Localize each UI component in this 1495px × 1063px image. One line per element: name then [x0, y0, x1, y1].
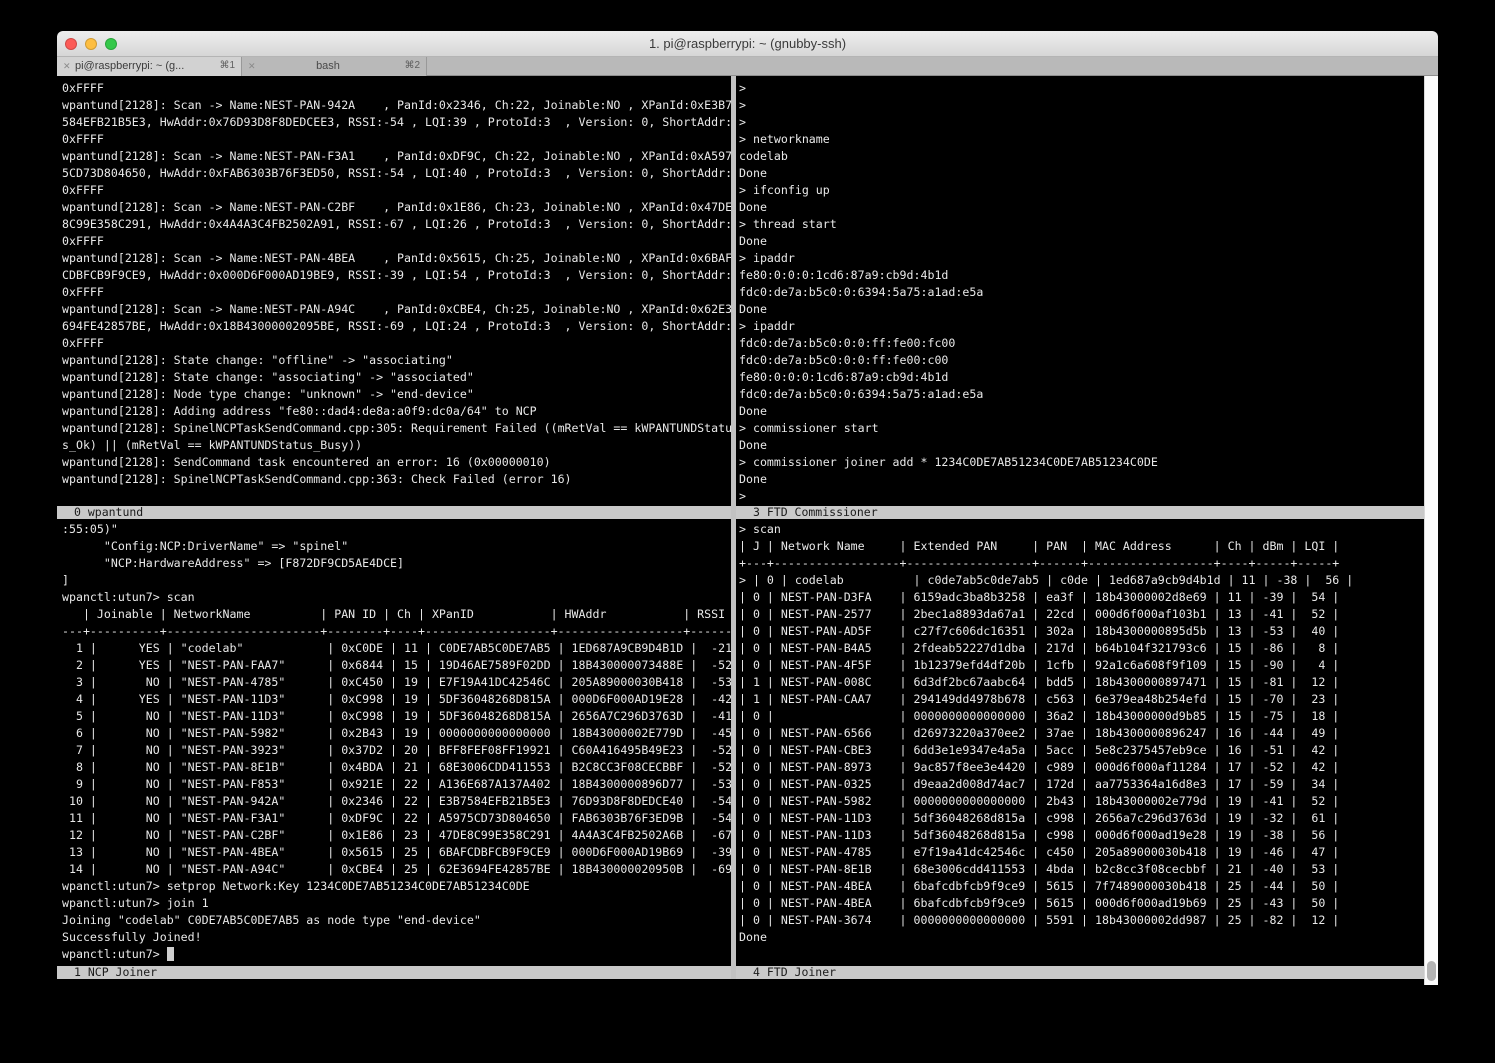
window-title: 1. pi@raspberrypi: ~ (gnubby-ssh) [57, 31, 1438, 57]
pane-ftd-commissioner-output[interactable]: > > > > networkname codelab Done > ifcon… [736, 76, 1424, 506]
tab-bash[interactable]: ✕ bash ⌘2 [242, 57, 427, 76]
pane-divider[interactable] [731, 76, 736, 979]
close-icon[interactable]: ✕ [248, 57, 256, 75]
scrollbar-thumb[interactable] [1427, 961, 1436, 981]
tab-title: pi@raspberrypi: ~ (g... [75, 57, 211, 75]
close-icon[interactable]: ✕ [63, 57, 71, 75]
tab-shortcut: ⌘1 [219, 57, 235, 75]
tab-ssh-session[interactable]: ✕ pi@raspberrypi: ~ (g... ⌘1 [57, 57, 242, 76]
terminal-window: 1. pi@raspberrypi: ~ (gnubby-ssh) ✕ pi@r… [57, 31, 1438, 985]
window-titlebar[interactable]: 1. pi@raspberrypi: ~ (gnubby-ssh) [57, 31, 1438, 57]
tab-bar: ✕ pi@raspberrypi: ~ (g... ⌘1 ✕ bash ⌘2 [57, 57, 1438, 76]
scrollbar[interactable] [1424, 76, 1438, 985]
pane-status-ftd-commissioner: 3 FTD Commissioner [736, 506, 1424, 519]
terminal-cursor [167, 947, 174, 961]
tab-title: bash [260, 57, 396, 75]
pane-status-ftd-joiner: 4 FTD Joiner [736, 966, 1424, 979]
pane-ncp-joiner-output[interactable]: :55:05)" "Config:NCP:DriverName" => "spi… [57, 519, 731, 966]
pane-ftd-joiner-output[interactable]: > scan | J | Network Name | Extended PAN… [736, 519, 1424, 966]
tab-shortcut: ⌘2 [404, 57, 420, 75]
pane-status-wpantund: 0 wpantund [57, 506, 731, 519]
pane-wpantund-output[interactable]: 0xFFFF wpantund[2128]: Scan -> Name:NEST… [57, 76, 731, 506]
pane-status-ncp-joiner: 1 NCP Joiner [57, 966, 731, 979]
